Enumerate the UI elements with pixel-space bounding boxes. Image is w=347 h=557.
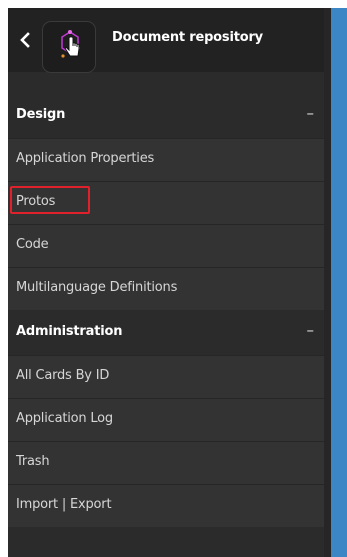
menu-item-label: Code xyxy=(16,237,49,252)
menu-item-label: Protos xyxy=(16,194,56,209)
menu-item-application-log[interactable]: Application Log xyxy=(8,398,324,441)
navigation-panel: Document repository Design – Application… xyxy=(8,8,324,557)
app-logo-icon xyxy=(61,30,80,58)
menu-item-application-properties[interactable]: Application Properties xyxy=(8,138,324,181)
app-frame: Document repository Design – Application… xyxy=(0,0,347,557)
menu-item-protos[interactable]: Protos xyxy=(8,181,324,224)
chevron-left-icon xyxy=(20,32,30,48)
app-logo[interactable] xyxy=(42,21,96,73)
section-administration[interactable]: Administration – xyxy=(8,310,324,355)
menu-item-label: Application Properties xyxy=(16,151,155,166)
menu-item-import-export[interactable]: Import | Export xyxy=(8,484,324,527)
back-button[interactable] xyxy=(16,27,34,53)
panel-edge xyxy=(324,8,331,557)
menu-item-label: Multilanguage Definitions xyxy=(16,280,178,295)
menu-item-multilanguage-definitions[interactable]: Multilanguage Definitions xyxy=(8,267,324,310)
app-title: Document repository xyxy=(112,30,263,45)
menu-item-trash[interactable]: Trash xyxy=(8,441,324,484)
menu-item-code[interactable]: Code xyxy=(8,224,324,267)
section-title: Design xyxy=(16,107,66,122)
panel-header: Document repository xyxy=(8,8,324,73)
collapse-icon[interactable]: – xyxy=(307,104,315,122)
section-design[interactable]: Design – xyxy=(8,93,324,138)
content-area-edge xyxy=(331,8,347,557)
menu-item-label: All Cards By ID xyxy=(16,368,110,383)
menu-item-all-cards-by-id[interactable]: All Cards By ID xyxy=(8,355,324,398)
menu-item-label: Application Log xyxy=(16,411,113,426)
collapse-icon[interactable]: – xyxy=(307,321,315,339)
menu-item-label: Trash xyxy=(16,454,50,469)
section-title: Administration xyxy=(16,324,123,339)
menu-item-label: Import | Export xyxy=(16,497,112,512)
